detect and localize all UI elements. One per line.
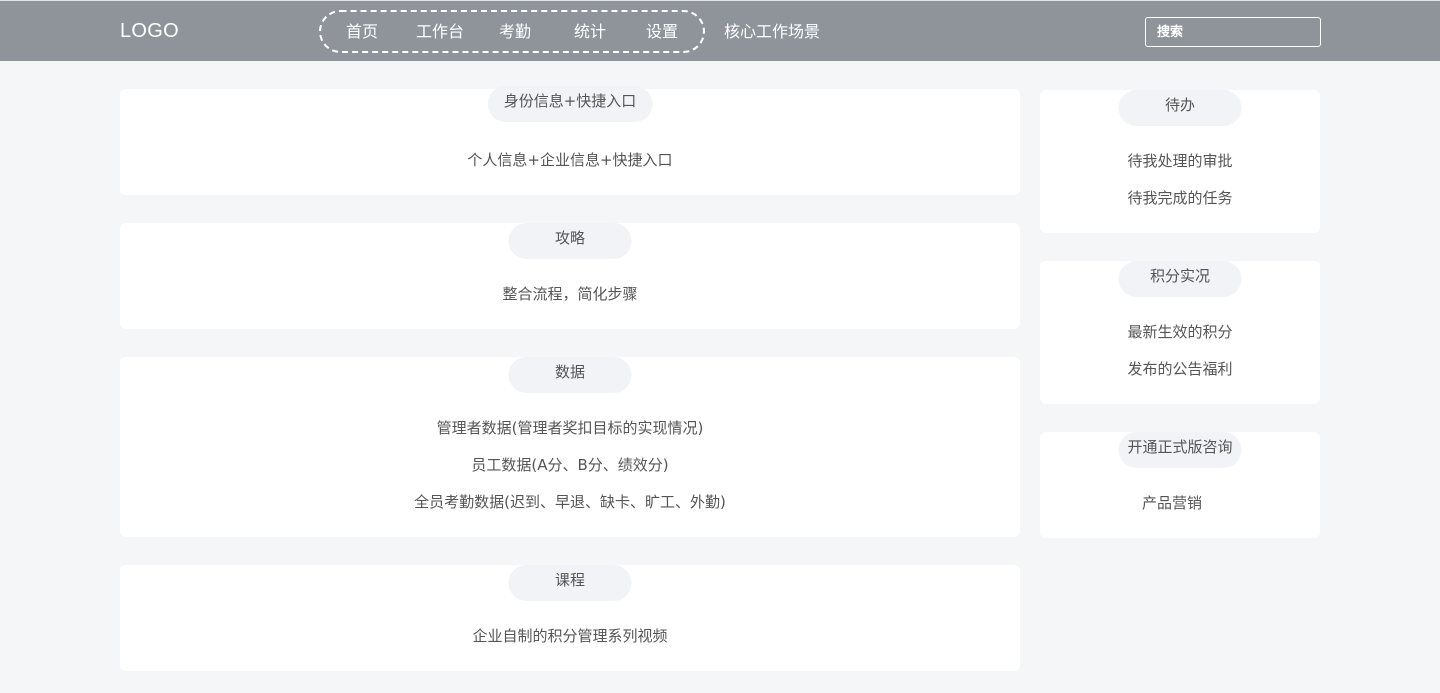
card-identity: 身份信息+快捷入口 个人信息+企业信息+快捷入口 <box>120 86 1020 195</box>
top-header: LOGO 首页 工作台 考勤 统计 设置 核心工作场景 <box>0 0 1440 61</box>
card-line[interactable]: 待我完成的任务 <box>1040 188 1320 208</box>
card-title: 身份信息+快捷入口 <box>487 86 653 122</box>
nav-item-attendance[interactable]: 考勤 <box>499 21 531 43</box>
card-line[interactable]: 个人信息+企业信息+快捷入口 <box>120 150 1020 170</box>
nav-item-core-scenarios[interactable]: 核心工作场景 <box>724 21 820 43</box>
card-line[interactable]: 产品营销 <box>1040 493 1304 513</box>
card-line[interactable]: 员工数据(A分、B分、绩效分) <box>120 455 1020 475</box>
nav-item-workbench[interactable]: 工作台 <box>416 21 464 43</box>
card-title: 积分实况 <box>1118 261 1242 297</box>
card-line[interactable]: 整合流程，简化步骤 <box>120 284 1020 304</box>
card-guide: 攻略 整合流程，简化步骤 <box>120 223 1020 329</box>
logo[interactable]: LOGO <box>120 20 179 43</box>
card-points: 积分实况 最新生效的积分 发布的公告福利 <box>1040 261 1320 404</box>
search-input[interactable] <box>1145 17 1321 47</box>
card-line[interactable]: 管理者数据(管理者奖扣目标的实现情况) <box>120 418 1020 438</box>
nav-item-statistics[interactable]: 统计 <box>574 21 606 43</box>
card-title: 课程 <box>508 565 632 601</box>
card-data: 数据 管理者数据(管理者奖扣目标的实现情况) 员工数据(A分、B分、绩效分) 全… <box>120 357 1020 537</box>
card-line[interactable]: 企业自制的积分管理系列视频 <box>120 626 1020 646</box>
card-line[interactable]: 待我处理的审批 <box>1040 151 1320 171</box>
nav-item-settings[interactable]: 设置 <box>646 21 678 43</box>
card-title: 待办 <box>1118 90 1242 126</box>
card-title: 开通正式版咨询 <box>1118 432 1242 468</box>
card-title: 攻略 <box>508 223 632 259</box>
card-line[interactable]: 最新生效的积分 <box>1040 322 1320 342</box>
nav-item-home[interactable]: 首页 <box>346 21 378 43</box>
card-todo: 待办 待我处理的审批 待我完成的任务 <box>1040 90 1320 233</box>
card-line[interactable]: 全员考勤数据(迟到、早退、缺卡、旷工、外勤) <box>120 492 1020 512</box>
card-title: 数据 <box>508 357 632 393</box>
card-line[interactable]: 发布的公告福利 <box>1040 359 1320 379</box>
card-consult: 开通正式版咨询 产品营销 <box>1040 432 1320 538</box>
card-course: 课程 企业自制的积分管理系列视频 <box>120 565 1020 671</box>
